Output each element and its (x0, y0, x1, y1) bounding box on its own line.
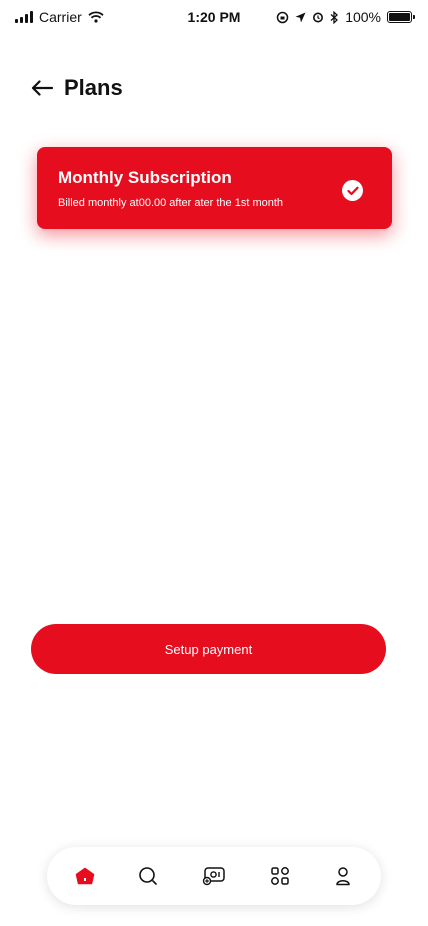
orientation-lock-icon (276, 11, 289, 23)
nav-item-profile[interactable] (331, 864, 355, 888)
arrow-left-icon (31, 80, 53, 96)
status-bar: Carrier 1:20 PM 100% (0, 0, 428, 34)
status-bar-right: 100% (276, 9, 415, 25)
plan-card-monthly[interactable]: Monthly Subscription Billed monthly at00… (37, 147, 392, 229)
alarm-icon (313, 12, 324, 23)
profile-icon (336, 867, 350, 886)
page-title: Plans (64, 75, 123, 100)
home-icon (75, 867, 95, 885)
plan-description: Billed monthly at00.00 after ater the 1s… (58, 197, 284, 209)
page-header: Plans (30, 74, 123, 102)
grid-icon (271, 867, 289, 885)
check-circle-icon (342, 180, 363, 201)
nav-item-apps[interactable] (268, 864, 292, 888)
location-icon (295, 12, 306, 22)
bluetooth-icon (330, 10, 339, 24)
battery-icon (387, 11, 415, 23)
media-add-icon (202, 867, 225, 886)
back-button[interactable] (30, 74, 54, 102)
bottom-nav (47, 847, 381, 905)
setup-payment-button[interactable]: Setup payment (31, 624, 386, 674)
battery-percent: 100% (345, 9, 381, 25)
search-icon (139, 867, 157, 885)
nav-item-home[interactable] (73, 864, 97, 888)
nav-item-media[interactable] (202, 864, 226, 888)
plan-title: Monthly Subscription (58, 168, 232, 187)
nav-item-search[interactable] (136, 864, 160, 888)
